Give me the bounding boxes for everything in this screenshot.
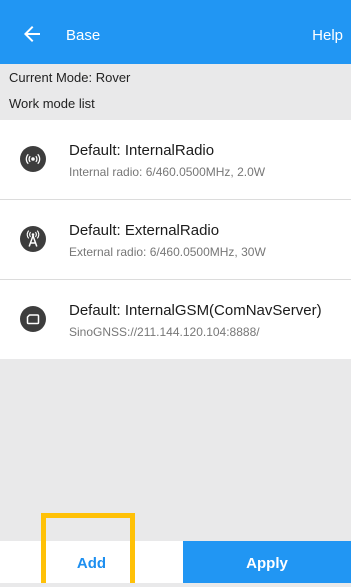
list-item[interactable]: Default: InternalGSM(ComNavServer) SinoG… <box>0 280 351 359</box>
list-item[interactable]: Default: InternalRadio Internal radio: 6… <box>0 120 351 200</box>
work-mode-subtitle: SinoGNSS://211.144.120.104:8888/ <box>69 325 260 339</box>
work-mode-list-label: Work mode list <box>9 96 95 111</box>
work-mode-subtitle: Internal radio: 6/460.0500MHz, 2.0W <box>69 165 266 179</box>
help-button[interactable]: Help <box>312 26 343 46</box>
antenna-tower-icon <box>20 226 46 252</box>
info-panel: Current Mode: Rover Work mode list <box>0 64 351 120</box>
bottom-action-bar: Add Apply <box>0 541 351 583</box>
current-mode-text: Current Mode: Rover <box>9 70 131 85</box>
app-bar: Base Help <box>0 0 351 64</box>
work-mode-subtitle: External radio: 6/460.0500MHz, 30W <box>69 245 266 259</box>
work-mode-title: Default: ExternalRadio <box>69 222 220 239</box>
arrow-left-icon[interactable] <box>20 22 44 46</box>
work-mode-title: Default: InternalRadio <box>69 142 215 159</box>
radio-waves-icon <box>20 146 46 172</box>
work-mode-list: Default: InternalRadio Internal radio: 6… <box>0 120 351 359</box>
list-item[interactable]: Default: ExternalRadio External radio: 6… <box>0 200 351 280</box>
add-button[interactable]: Add <box>0 541 183 583</box>
work-mode-title: Default: InternalGSM(ComNavServer) <box>69 302 322 319</box>
apply-button[interactable]: Apply <box>183 541 351 583</box>
page-title: Base <box>66 27 101 44</box>
sim-card-icon <box>20 306 46 332</box>
